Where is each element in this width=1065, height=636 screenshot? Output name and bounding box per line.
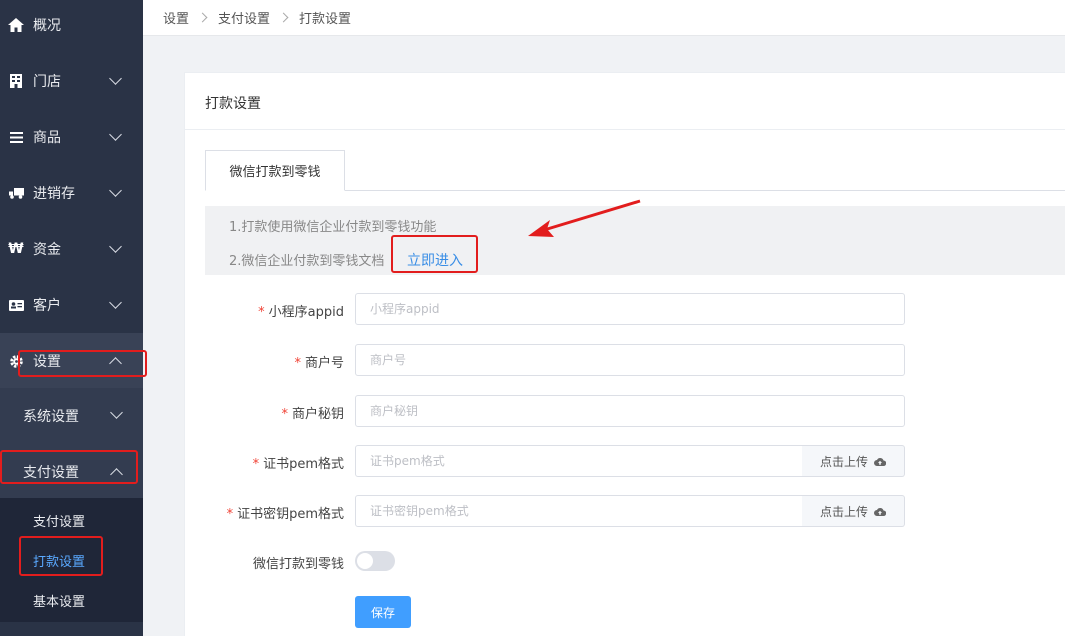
cert-key-pem-input[interactable]	[355, 495, 803, 527]
sidebar-subitem-label: 系统设置	[23, 409, 79, 425]
sidebar-item-settings[interactable]: 设置	[0, 333, 143, 389]
chevron-down-icon	[109, 72, 122, 85]
sidebar-item-label: 概况	[33, 18, 61, 34]
sidebar-item-store[interactable]: 门店	[0, 53, 143, 109]
chevron-down-icon	[109, 128, 122, 141]
sidebar-leaf-basic-settings[interactable]: 基本设置	[0, 580, 143, 620]
settings-card: 打款设置 微信打款到零钱 1.打款使用微信企业付款到零钱功能 2.微信企业付款到…	[184, 72, 1065, 636]
save-button[interactable]: 保存	[355, 596, 411, 628]
gear-icon	[8, 353, 24, 369]
id-card-icon	[8, 297, 24, 313]
tab-wechat-payout[interactable]: 微信打款到零钱	[205, 150, 345, 191]
required-mark: *	[226, 507, 234, 522]
chevron-down-icon	[109, 296, 122, 309]
sidebar-item-label: 资金	[33, 242, 61, 258]
won-icon: ₩	[8, 241, 24, 257]
breadcrumb-item[interactable]: 支付设置	[218, 8, 270, 27]
upload-label: 点击上传	[819, 504, 868, 519]
notice-line: 1.打款使用微信企业付款到零钱功能	[229, 220, 437, 235]
chevron-down-icon	[109, 240, 122, 253]
sidebar-leaf-label: 基本设置	[33, 594, 86, 610]
cloud-upload-icon	[874, 457, 886, 466]
list-icon	[8, 129, 24, 145]
sidebar-item-label: 客户	[33, 298, 61, 314]
field-label: * 证书密钥pem格式	[227, 503, 344, 522]
appid-input[interactable]	[355, 293, 905, 325]
sidebar-item-customers[interactable]: 客户	[0, 277, 143, 333]
sidebar-item-label: 设置	[33, 354, 61, 370]
field-label-text: 证书密钥pem格式	[237, 507, 344, 522]
field-label: * 商户秘钥	[281, 403, 344, 422]
required-mark: *	[252, 457, 260, 472]
breadcrumb-item: 打款设置	[299, 12, 352, 27]
form-row-merchant-id: * 商户号	[185, 344, 1065, 378]
notice-line: 2.微信企业付款到零钱文档	[229, 254, 385, 269]
notice-box: 1.打款使用微信企业付款到零钱功能 2.微信企业付款到零钱文档 立即进入	[205, 206, 1065, 275]
merchant-id-input[interactable]	[355, 344, 905, 376]
sidebar-item-inventory[interactable]: 进销存	[0, 165, 143, 221]
chevron-right-icon	[197, 12, 208, 23]
field-label: * 证书pem格式	[253, 453, 344, 472]
chevron-down-icon	[109, 184, 122, 197]
sidebar-leaf-label: 打款设置	[33, 554, 86, 570]
form-row-appid: * 小程序appid	[185, 293, 1065, 327]
enter-docs-link[interactable]: 立即进入	[407, 250, 463, 270]
cert-pem-input[interactable]	[355, 445, 803, 477]
field-label-text: 商户秘钥	[291, 407, 344, 422]
field-label-text: 小程序appid	[268, 305, 344, 320]
chevron-up-icon	[109, 357, 122, 370]
cloud-upload-icon	[874, 507, 886, 516]
sidebar-subitem-label: 支付设置	[23, 465, 79, 481]
required-mark: *	[258, 305, 265, 320]
sidebar: 概况 门店 商品 进销存 ₩ 资金 客户 设置 系统设置 支付设置 支付设置 打…	[0, 0, 143, 636]
wechat-payout-toggle[interactable]	[355, 551, 395, 571]
sidebar-item-label: 商品	[33, 130, 61, 146]
upload-cert-key-button[interactable]: 点击上传	[802, 495, 905, 527]
form-row-cert-key-pem: *证书密钥pem格式 点击上传	[185, 495, 1065, 529]
truck-icon	[8, 185, 24, 201]
sidebar-item-label: 门店	[33, 74, 61, 90]
chevron-up-icon	[110, 468, 123, 481]
form-row-switch: 微信打款到零钱	[185, 545, 1065, 579]
building-icon	[8, 73, 24, 89]
field-label: * 商户号	[294, 352, 344, 371]
upload-label: 点击上传	[819, 454, 868, 469]
sidebar-item-label: 进销存	[33, 186, 75, 202]
merchant-key-input[interactable]	[355, 395, 905, 427]
upload-cert-button[interactable]: 点击上传	[802, 445, 905, 477]
home-icon	[8, 17, 24, 33]
breadcrumb-item[interactable]: 设置	[163, 8, 189, 27]
form-row-merchant-key: * 商户秘钥	[185, 395, 1065, 429]
card-title: 打款设置	[205, 96, 261, 112]
sidebar-subitem-system-settings[interactable]: 系统设置	[0, 388, 143, 444]
divider	[185, 129, 1065, 130]
field-label: 微信打款到零钱	[252, 557, 344, 572]
form-row-cert-pem: *证书pem格式 点击上传	[185, 445, 1065, 479]
sidebar-leaf-label: 支付设置	[33, 514, 86, 530]
sidebar-leaf-payout-settings[interactable]: 打款设置	[0, 540, 143, 580]
required-mark: *	[281, 407, 288, 422]
toggle-knob	[357, 553, 373, 569]
chevron-right-icon	[278, 12, 289, 23]
required-mark: *	[294, 356, 301, 371]
chevron-down-icon	[110, 406, 123, 419]
sidebar-item-products[interactable]: 商品	[0, 109, 143, 165]
breadcrumb: 设置 支付设置 打款设置	[143, 0, 1065, 36]
sidebar-leaf-payment-settings[interactable]: 支付设置	[0, 500, 143, 540]
sidebar-item-funds[interactable]: ₩ 资金	[0, 221, 143, 277]
field-label-text: 商户号	[304, 356, 344, 371]
field-label: * 小程序appid	[258, 301, 344, 320]
sidebar-subitem-payment-settings[interactable]: 支付设置	[0, 444, 143, 500]
field-label-text: 证书pem格式	[263, 457, 344, 472]
sidebar-item-overview[interactable]: 概况	[0, 0, 143, 53]
